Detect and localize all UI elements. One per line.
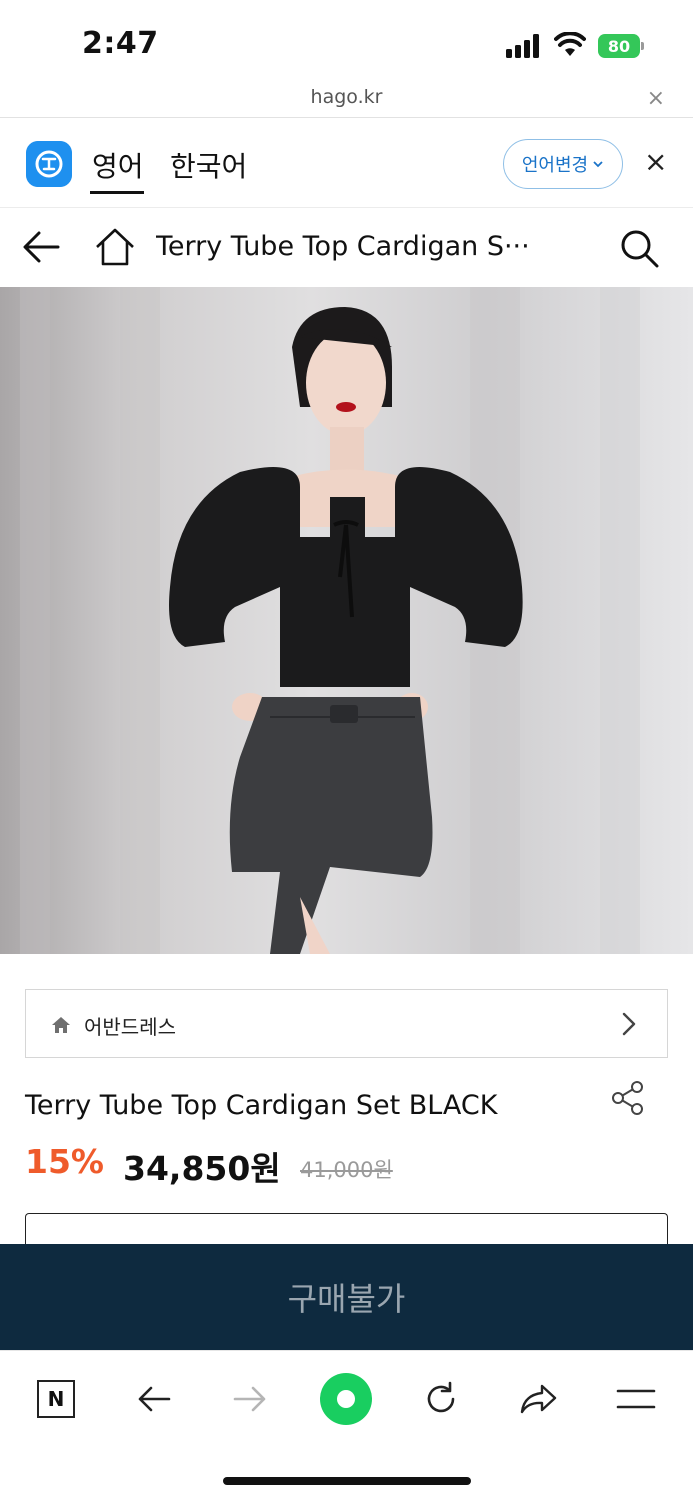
site-header: Terry Tube Top Cardigan S··· bbox=[0, 209, 693, 287]
sale-price: 34,850원 bbox=[123, 1149, 281, 1188]
refresh-icon[interactable] bbox=[413, 1371, 469, 1427]
translator-logo-icon bbox=[26, 141, 72, 187]
share-icon[interactable] bbox=[610, 1080, 646, 1116]
chevron-down-icon bbox=[593, 161, 603, 168]
product-image[interactable] bbox=[0, 287, 693, 954]
browser-forward-icon[interactable] bbox=[222, 1371, 278, 1427]
wifi-icon bbox=[554, 32, 586, 56]
home-icon bbox=[52, 1017, 70, 1033]
tab-korean[interactable]: 한국어 bbox=[170, 145, 247, 185]
green-dot-icon[interactable] bbox=[318, 1371, 374, 1427]
home-icon[interactable] bbox=[94, 227, 136, 267]
cellular-signal-icon bbox=[506, 34, 544, 58]
url-text[interactable]: hago.kr bbox=[0, 86, 693, 108]
buy-button-label: 구매불가 bbox=[287, 1280, 406, 1318]
discount-rate: 15% bbox=[25, 1142, 104, 1181]
status-time: 2:47 bbox=[82, 26, 159, 61]
status-bar: 2:47 80 bbox=[0, 0, 693, 80]
breadcrumb[interactable]: 어반드레스 bbox=[25, 989, 668, 1058]
back-arrow-icon[interactable] bbox=[22, 229, 62, 265]
chevron-right-icon bbox=[622, 1012, 636, 1036]
browser-back-icon[interactable] bbox=[126, 1371, 182, 1427]
battery-icon: 80 bbox=[598, 34, 644, 58]
page-title: Terry Tube Top Cardigan S··· bbox=[156, 231, 530, 262]
buy-unavailable-button[interactable]: 구매불가 bbox=[0, 1244, 693, 1350]
translate-close-icon[interactable]: × bbox=[644, 145, 667, 178]
tab-english[interactable]: 영어 bbox=[92, 145, 144, 185]
search-icon[interactable] bbox=[618, 227, 660, 269]
naver-n-glyph: N bbox=[37, 1380, 75, 1418]
language-change-label: 언어변경 bbox=[521, 155, 589, 176]
product-name: Terry Tube Top Cardigan Set BLACK bbox=[25, 1090, 498, 1121]
language-change-button[interactable]: 언어변경 bbox=[503, 139, 623, 189]
browser-share-icon[interactable] bbox=[510, 1371, 566, 1427]
naver-home-icon[interactable]: N bbox=[28, 1371, 84, 1427]
browser-toolbar: N bbox=[0, 1350, 693, 1500]
url-bar[interactable]: hago.kr × bbox=[0, 80, 693, 118]
product-photo-illustration bbox=[0, 287, 693, 954]
original-price: 41,000원 bbox=[300, 1158, 393, 1182]
breadcrumb-label: 어반드레스 bbox=[84, 1015, 176, 1039]
battery-level: 80 bbox=[598, 34, 640, 58]
url-close-icon[interactable]: × bbox=[647, 86, 665, 111]
active-tab-indicator bbox=[90, 191, 144, 194]
menu-icon[interactable] bbox=[608, 1371, 664, 1427]
home-indicator[interactable] bbox=[223, 1477, 471, 1485]
translate-bar: 영어 한국어 언어변경 × bbox=[0, 119, 693, 208]
